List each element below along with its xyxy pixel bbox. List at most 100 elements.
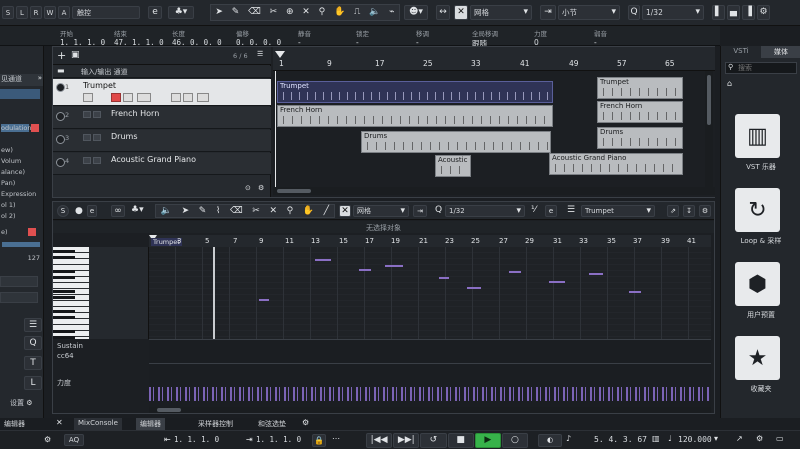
panel-toggle-icon[interactable]: ▭ — [776, 435, 784, 443]
track-trumpet[interactable]: 1 Trumpet — [53, 79, 271, 106]
midi-event-trumpet[interactable]: Trumpet — [597, 77, 683, 99]
record-enable-icon[interactable] — [111, 93, 121, 102]
info-transpose[interactable]: 移调 - — [416, 28, 429, 47]
midi-note[interactable] — [259, 299, 269, 301]
horizontal-scrollbar[interactable] — [273, 187, 715, 195]
zoom-tool-icon[interactable]: ⚲ — [319, 8, 326, 17]
editor-grid-type-select[interactable]: 网格 ▾ — [353, 205, 409, 217]
edit-instrument-icon[interactable] — [137, 93, 151, 102]
vst-instruments-tile[interactable]: ▥ — [735, 114, 780, 158]
link-button[interactable]: ∞ — [111, 205, 125, 217]
track-record-circle-icon[interactable] — [56, 112, 65, 121]
edit-toggle-button[interactable]: e — [87, 205, 97, 217]
track-zoom-icon[interactable]: ⊙ — [245, 185, 251, 192]
info-end[interactable]: 结束 47. 1. 1. 0 — [114, 28, 164, 47]
mode-w-button[interactable]: W — [44, 6, 56, 19]
solo-editor-button[interactable]: S — [57, 205, 69, 217]
midi-note[interactable] — [359, 269, 371, 271]
track-record-circle-icon[interactable] — [56, 135, 65, 144]
grid-type-select[interactable]: 网格 ▾ — [470, 5, 532, 20]
home-icon[interactable]: ⌂ — [727, 80, 732, 88]
comp-tool-icon[interactable]: ⌁ — [389, 8, 394, 17]
midi-event-piano[interactable]: Acoustic Gr... — [435, 155, 471, 177]
record-dot-icon[interactable]: ● — [75, 207, 83, 216]
glue-tool-icon[interactable]: ⊕ — [286, 8, 294, 17]
solo-icon[interactable] — [93, 111, 101, 118]
close-icon[interactable]: ✕ — [56, 419, 63, 427]
tool-list-button[interactable]: ☰ — [24, 318, 42, 332]
brush-tool-icon[interactable]: ⌇ — [216, 206, 220, 216]
folder-track[interactable]: ▬ 输入/输出 通道 — [53, 66, 271, 78]
hand-tool-icon[interactable]: ✋ — [334, 8, 345, 17]
velocity-bars[interactable] — [149, 387, 711, 401]
mute-icon[interactable] — [83, 111, 91, 118]
lock-button[interactable]: 🔒 — [312, 434, 326, 447]
monitor-icon[interactable] — [83, 93, 93, 102]
tab-editor[interactable]: 编辑器 — [136, 418, 165, 430]
arrange-area[interactable]: 1 9 17 25 33 41 49 57 65 Trumpet Trumpet… — [273, 47, 715, 197]
eraser-tool-icon[interactable]: ⌫ — [248, 8, 261, 17]
grid-snap-button[interactable]: ✕ — [339, 205, 351, 217]
info-length[interactable]: 长度 46. 0. 0. 0 — [172, 28, 222, 47]
track-record-circle-icon[interactable] — [56, 158, 65, 167]
pointer-tool-icon[interactable]: ➤ — [182, 206, 190, 216]
gear-icon[interactable]: ⚙ — [258, 185, 264, 192]
insert-button[interactable]: ⇥ — [413, 205, 427, 217]
open-window-button[interactable]: ⇗ — [667, 205, 679, 217]
project-ruler[interactable]: 1 9 17 25 33 41 49 57 65 — [273, 47, 715, 71]
pencil-tool-icon[interactable]: ✎ — [232, 8, 240, 17]
layout-right-button[interactable]: ▐ — [742, 5, 755, 20]
info-mute[interactable]: 静音 - — [298, 28, 311, 47]
grid-snap-button[interactable]: ✕ — [454, 5, 468, 20]
inspector-item[interactable]: alance) — [0, 168, 43, 179]
info-start[interactable]: 开始 1. 1. 1. 0 — [60, 28, 105, 47]
midi-note[interactable] — [589, 273, 603, 275]
more-options-icon[interactable] — [197, 93, 209, 102]
layout-settings-button[interactable]: ⚙ — [757, 5, 770, 20]
scroll-thumb[interactable] — [157, 408, 181, 412]
hand-tool-icon[interactable]: ✋ — [303, 206, 314, 216]
gear-icon[interactable]: ⚙ — [302, 419, 309, 427]
pencil-tool-icon[interactable]: ✎ — [199, 206, 207, 216]
go-to-start-button[interactable]: |◀◀ — [366, 433, 393, 448]
layout-bottom-button[interactable]: ▄ — [727, 5, 740, 20]
cycle-button[interactable]: ↺ — [420, 433, 447, 448]
sync-button[interactable]: ◐ — [538, 434, 562, 447]
mute-tool-icon[interactable]: ✕ — [302, 8, 310, 17]
tempo-options-icon[interactable]: ▾ — [714, 435, 718, 443]
note-grid[interactable] — [149, 247, 711, 407]
settings-icon[interactable]: ⚙ — [756, 435, 763, 443]
metronome-icon[interactable]: ♪ — [566, 435, 571, 443]
record-button[interactable]: ○ — [501, 433, 529, 448]
expand-icon[interactable]: ↗ — [736, 435, 743, 443]
monitor-speaker-icon[interactable] — [123, 93, 133, 102]
inspector-slider[interactable] — [2, 242, 40, 247]
info-weak[interactable]: 弱音 - — [594, 28, 607, 47]
editor-quantize-select[interactable]: 1/32 ▾ — [445, 205, 525, 217]
tool-t-button[interactable]: T — [24, 356, 42, 370]
list-icon[interactable]: ☰ — [567, 206, 575, 215]
click-icon[interactable]: ▥ — [652, 435, 660, 443]
velocity-ratio-icon[interactable]: ⅟ — [531, 206, 536, 215]
mode-r-button[interactable]: R — [30, 6, 42, 19]
media-search[interactable]: ⚲ — [725, 62, 797, 74]
loops-samples-tile[interactable]: ↻ — [735, 188, 780, 232]
info-lock[interactable]: 锁定 - — [356, 28, 369, 47]
midi-note[interactable] — [549, 281, 565, 283]
info-offset[interactable]: 偏移 0. 0. 0. 0 — [236, 28, 281, 47]
midi-note[interactable] — [467, 287, 481, 289]
solo-icon[interactable] — [93, 157, 101, 164]
solo-icon[interactable] — [93, 134, 101, 141]
midi-note[interactable] — [629, 291, 641, 293]
editor-zone-label[interactable]: 编辑器 — [0, 418, 29, 430]
mode-s-button[interactable]: S — [2, 6, 14, 19]
midi-note[interactable] — [509, 271, 521, 273]
track-filter-icon[interactable]: ☰ — [257, 51, 263, 58]
quantize-q-button[interactable]: Q — [628, 5, 640, 20]
punch-in-icon[interactable]: ⇥ — [246, 436, 253, 444]
inspector-header[interactable]: 见通道 » — [0, 74, 43, 86]
more-icon[interactable]: ⋯ — [332, 435, 340, 443]
eraser-tool-icon[interactable]: ⌫ — [230, 206, 243, 216]
mute-icon[interactable] — [83, 157, 91, 164]
tool-q-button[interactable]: Q — [24, 336, 42, 350]
